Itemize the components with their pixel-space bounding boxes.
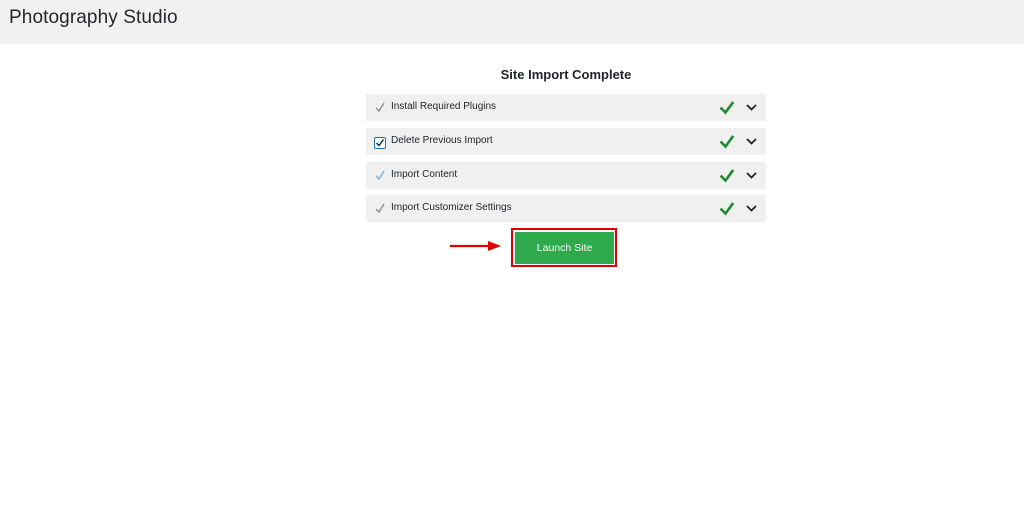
chevron-down-icon[interactable] — [746, 171, 757, 180]
page-heading: Site Import Complete — [500, 67, 632, 82]
launch-site-button[interactable]: Launch Site — [515, 232, 614, 264]
checkbox-check-icon — [376, 139, 385, 147]
step-label: Import Customizer Settings — [391, 202, 512, 213]
step-label: Import Content — [391, 169, 458, 180]
arrow-right-icon — [450, 241, 501, 251]
chevron-down-icon[interactable] — [746, 103, 757, 112]
checkmark-icon — [720, 135, 734, 149]
check-icon — [375, 203, 385, 214]
step-label: Delete Previous Import — [391, 135, 493, 146]
check-icon — [375, 170, 385, 181]
checkmark-icon — [720, 101, 734, 115]
step-label: Install Required Plugins — [391, 101, 497, 112]
app-title: Photography Studio — [9, 7, 178, 28]
chevron-down-icon[interactable] — [746, 137, 757, 146]
header-bar: Photography Studio — [0, 0, 1024, 44]
check-icon — [375, 102, 385, 113]
step-install-plugins[interactable]: Install Required Plugins — [366, 94, 766, 121]
step-import-content[interactable]: Import Content — [366, 162, 766, 189]
checkmark-icon — [720, 202, 734, 216]
step-import-customizer-settings[interactable]: Import Customizer Settings — [366, 195, 766, 222]
delete-previous-checkbox[interactable] — [374, 137, 386, 149]
chevron-down-icon[interactable] — [746, 204, 757, 213]
checkmark-icon — [720, 169, 734, 183]
step-delete-previous-import[interactable]: Delete Previous Import — [366, 128, 766, 155]
